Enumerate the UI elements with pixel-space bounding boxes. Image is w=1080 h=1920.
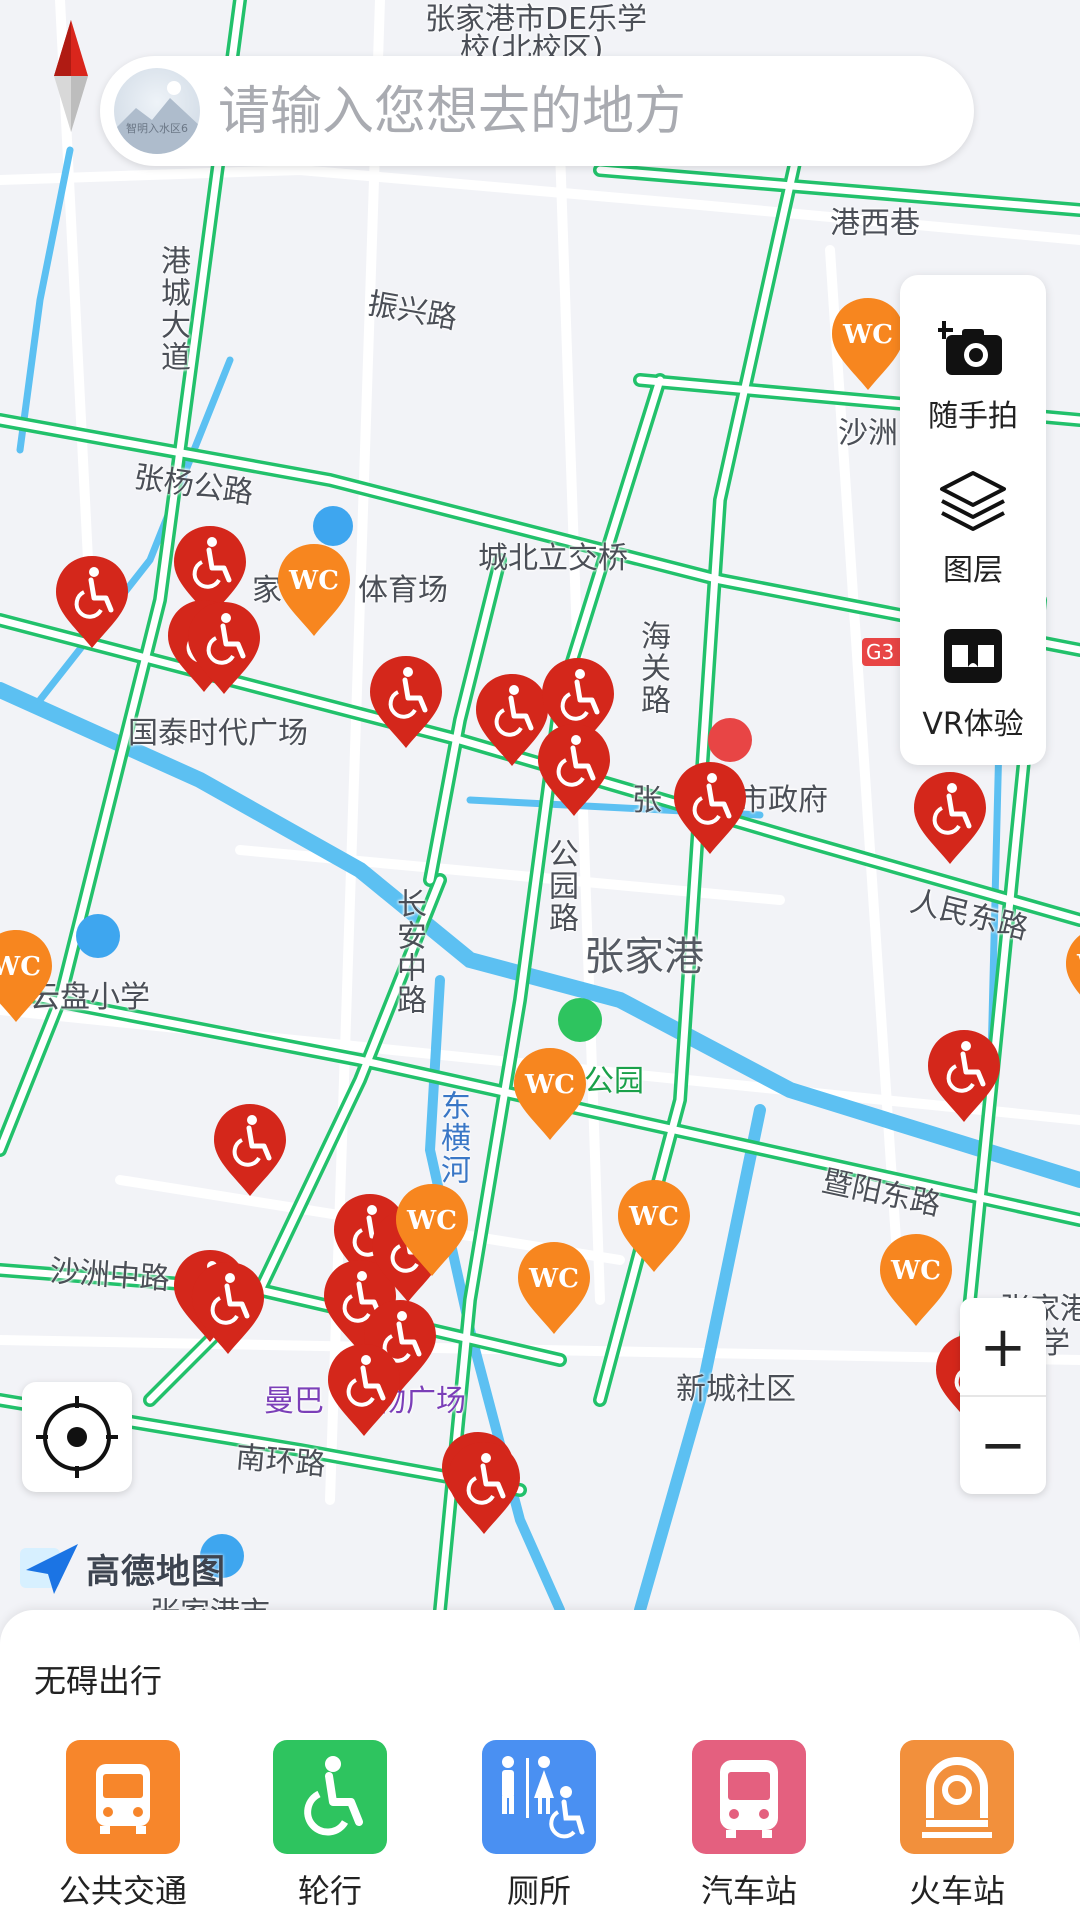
wheelchair-map-marker[interactable] [50, 552, 134, 652]
bus-icon [66, 1740, 180, 1854]
map-label-g3: G3 [866, 640, 895, 664]
map-label-gangcheng-avenue: 港城大道 [155, 245, 190, 373]
map-tools-panel: 随手拍 图层 VR体验 [900, 275, 1046, 765]
tool-vr-button[interactable]: VR体验 [900, 607, 1046, 757]
wheelchair-map-marker[interactable] [532, 720, 616, 820]
wheelchair-map-marker[interactable] [364, 652, 448, 752]
avatar[interactable]: 智明入水区6 [114, 68, 200, 154]
svg-text:WC: WC [406, 1206, 457, 1236]
wc-map-marker[interactable]: WC [0, 926, 58, 1026]
map-label-chengbei-interchange: 城北立交桥 [478, 541, 628, 576]
wheelchair-icon [273, 1740, 387, 1854]
zoom-controls: + − [960, 1298, 1046, 1494]
svg-text:WC: WC [1076, 950, 1080, 980]
map-label-stadium-b: 体育场 [358, 573, 448, 608]
restroom-icon [482, 1740, 596, 1854]
category-wheelchair[interactable]: 轮行 [240, 1740, 420, 1920]
svg-text:WC: WC [288, 566, 339, 596]
svg-text:WC: WC [842, 320, 893, 350]
category-bus-station[interactable]: 汽车站 [659, 1740, 839, 1920]
wc-map-marker[interactable]: WC [272, 540, 356, 640]
zoom-out-button[interactable]: − [960, 1396, 1046, 1494]
vr-headset-icon [938, 621, 1008, 691]
amap-arrow-icon [20, 1544, 78, 1594]
wc-map-marker[interactable]: WC [390, 1180, 474, 1280]
wheelchair-map-marker[interactable] [908, 768, 992, 868]
wheelchair-map-marker[interactable] [442, 1438, 526, 1538]
accessible-travel-panel: 无碍出行 公共交通 轮行 厕所 汽车站 火车站 [0, 1610, 1080, 1920]
map-label-changan-road: 长安中路 [391, 888, 426, 1016]
category-train-station[interactable]: 火车站 [867, 1740, 1047, 1920]
svg-text:WC: WC [528, 1264, 579, 1294]
layers-icon [938, 467, 1008, 537]
map-label-guotai-plaza: 国泰时代广场 [128, 716, 308, 751]
wc-map-marker[interactable]: WC [612, 1176, 696, 1276]
wc-map-marker[interactable]: WC [508, 1044, 592, 1144]
locate-me-button[interactable] [22, 1382, 132, 1492]
map-label-shazhou-top: 沙洲 [838, 416, 898, 451]
tool-snapshot-label: 随手拍 [928, 399, 1018, 434]
tool-layers-label: 图层 [943, 553, 1003, 588]
wc-map-marker[interactable]: WC [512, 1238, 596, 1338]
map-label-gangxi: 港西巷 [830, 206, 920, 241]
map-label-zhangjiagang: 张家港 [584, 934, 704, 980]
category-public-transit-label: 公共交通 [58, 1872, 187, 1910]
wheelchair-map-marker[interactable] [922, 1026, 1006, 1126]
train-icon [900, 1740, 1014, 1854]
map-label-park: 公园 [584, 1064, 644, 1099]
zoom-in-button[interactable]: + [960, 1298, 1046, 1396]
wheelchair-map-marker[interactable] [186, 1258, 270, 1358]
svg-text:WC: WC [628, 1202, 679, 1232]
camera-add-icon [935, 313, 1008, 383]
svg-text:WC: WC [0, 952, 41, 982]
map-app: 张家港市DE乐学 校(北校区) 港西巷 振兴路 港城大道 张杨公路 家 体育场 … [0, 0, 1080, 1920]
svg-text:WC: WC [524, 1070, 575, 1100]
map-label-nanhuan-road: 南环路 [234, 1440, 328, 1483]
wc-map-marker[interactable]: WC [874, 1230, 958, 1330]
wheelchair-map-marker[interactable] [322, 1340, 406, 1440]
avatar-caption: 智明入水区6 [126, 122, 188, 135]
svg-text:WC: WC [890, 1256, 941, 1286]
amap-logo: 高德地图 [18, 1540, 226, 1596]
map-label-government-a: 张 [632, 783, 662, 818]
category-restroom-label: 厕所 [506, 1872, 571, 1910]
coach-icon [692, 1740, 806, 1854]
wheelchair-map-marker[interactable] [182, 598, 266, 698]
tool-layers-button[interactable]: 图层 [900, 453, 1046, 603]
search-bar[interactable]: 智明入水区6 [100, 56, 974, 168]
category-restroom[interactable]: 厕所 [449, 1740, 629, 1920]
map-label-dongheng-river: 东横河 [435, 1090, 470, 1186]
compass-icon[interactable] [48, 20, 94, 132]
wheelchair-map-marker[interactable] [208, 1100, 292, 1200]
category-train-station-label: 火车站 [908, 1872, 1005, 1910]
category-wheelchair-label: 轮行 [297, 1872, 362, 1910]
wc-map-marker[interactable]: WC [1060, 924, 1080, 1024]
tool-vr-label: VR体验 [922, 707, 1024, 742]
category-bus-station-label: 汽车站 [700, 1872, 797, 1910]
map-label-shazhou-road: 沙洲中路 [48, 1253, 171, 1298]
map-label-haiguan-road: 海关路 [635, 620, 670, 716]
crosshair-icon [36, 1396, 118, 1478]
tool-snapshot-button[interactable]: 随手拍 [900, 299, 1046, 449]
map-label-manbai-a: 曼巴 [264, 1384, 324, 1419]
wc-map-marker[interactable]: WC [826, 294, 910, 394]
category-public-transit[interactable]: 公共交通 [33, 1740, 213, 1920]
map-label-gongyuan-road: 公园路 [543, 838, 578, 934]
wheelchair-map-marker[interactable] [668, 758, 752, 858]
amap-logo-text: 高德地图 [86, 1551, 226, 1592]
search-input[interactable] [216, 56, 944, 168]
map-label-xincheng-community: 新城社区 [676, 1372, 796, 1407]
panel-title: 无碍出行 [34, 1662, 163, 1700]
